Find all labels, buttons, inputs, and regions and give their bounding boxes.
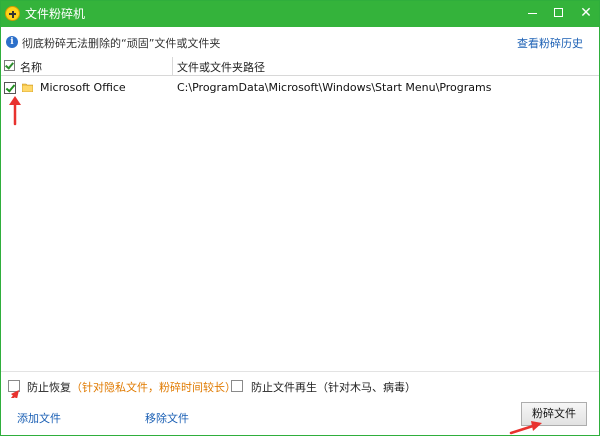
- row-path: C:\ProgramData\Microsoft\Windows\Start M…: [177, 81, 492, 94]
- annotation-arrow-checkbox: [9, 96, 21, 126]
- prevent-recovery-note: （针对隐私文件，粉碎时间较长）: [71, 381, 236, 394]
- row-name: Microsoft Office: [40, 81, 126, 94]
- footer-bar: 添加文件 移除文件 粉碎文件: [1, 398, 599, 435]
- close-icon[interactable]: ✕: [573, 1, 599, 27]
- column-header-name[interactable]: 名称: [20, 59, 42, 75]
- info-bar: i 彻底粉碎无法删除的“顽固”文件或文件夹 查看粉碎历史: [1, 27, 599, 58]
- file-list: Microsoft Office C:\ProgramData\Microsof…: [1, 76, 599, 371]
- prevent-regeneration-checkbox[interactable]: [231, 380, 243, 392]
- view-history-link[interactable]: 查看粉碎历史: [517, 35, 583, 51]
- column-header-path[interactable]: 文件或文件夹路径: [177, 59, 265, 75]
- file-shredder-window: 文件粉碎机 ✕ i 彻底粉碎无法删除的“顽固”文件或文件夹 查看粉碎历史 名称 …: [0, 0, 600, 436]
- prevent-regeneration-label[interactable]: 防止文件再生（针对木马、病毒）: [251, 379, 416, 395]
- folder-icon: [22, 83, 33, 92]
- window-title: 文件粉碎机: [25, 7, 86, 21]
- options-area: 防止恢复（针对隐私文件，粉碎时间较长） 防止文件再生（针对木马、病毒） 添加文件…: [1, 371, 599, 435]
- add-file-link[interactable]: 添加文件: [17, 410, 61, 426]
- minimize-icon[interactable]: [519, 1, 545, 27]
- row-checkbox[interactable]: [4, 82, 16, 94]
- maximize-icon[interactable]: [546, 1, 572, 27]
- annotation-arrow-shred: [509, 421, 542, 435]
- info-icon: i: [6, 36, 18, 48]
- remove-file-link[interactable]: 移除文件: [145, 410, 189, 426]
- prevent-recovery-text: 防止恢复: [27, 381, 71, 394]
- table-header: 名称 文件或文件夹路径: [1, 57, 599, 76]
- title-bar: 文件粉碎机 ✕: [1, 1, 599, 27]
- select-all-checkbox[interactable]: [4, 60, 15, 71]
- app-logo-icon: [5, 6, 20, 21]
- info-text: 彻底粉碎无法删除的“顽固”文件或文件夹: [22, 37, 221, 50]
- column-divider[interactable]: [172, 57, 173, 75]
- prevent-recovery-label[interactable]: 防止恢复（针对隐私文件，粉碎时间较长）: [27, 379, 236, 395]
- table-row[interactable]: Microsoft Office C:\ProgramData\Microsof…: [1, 78, 599, 100]
